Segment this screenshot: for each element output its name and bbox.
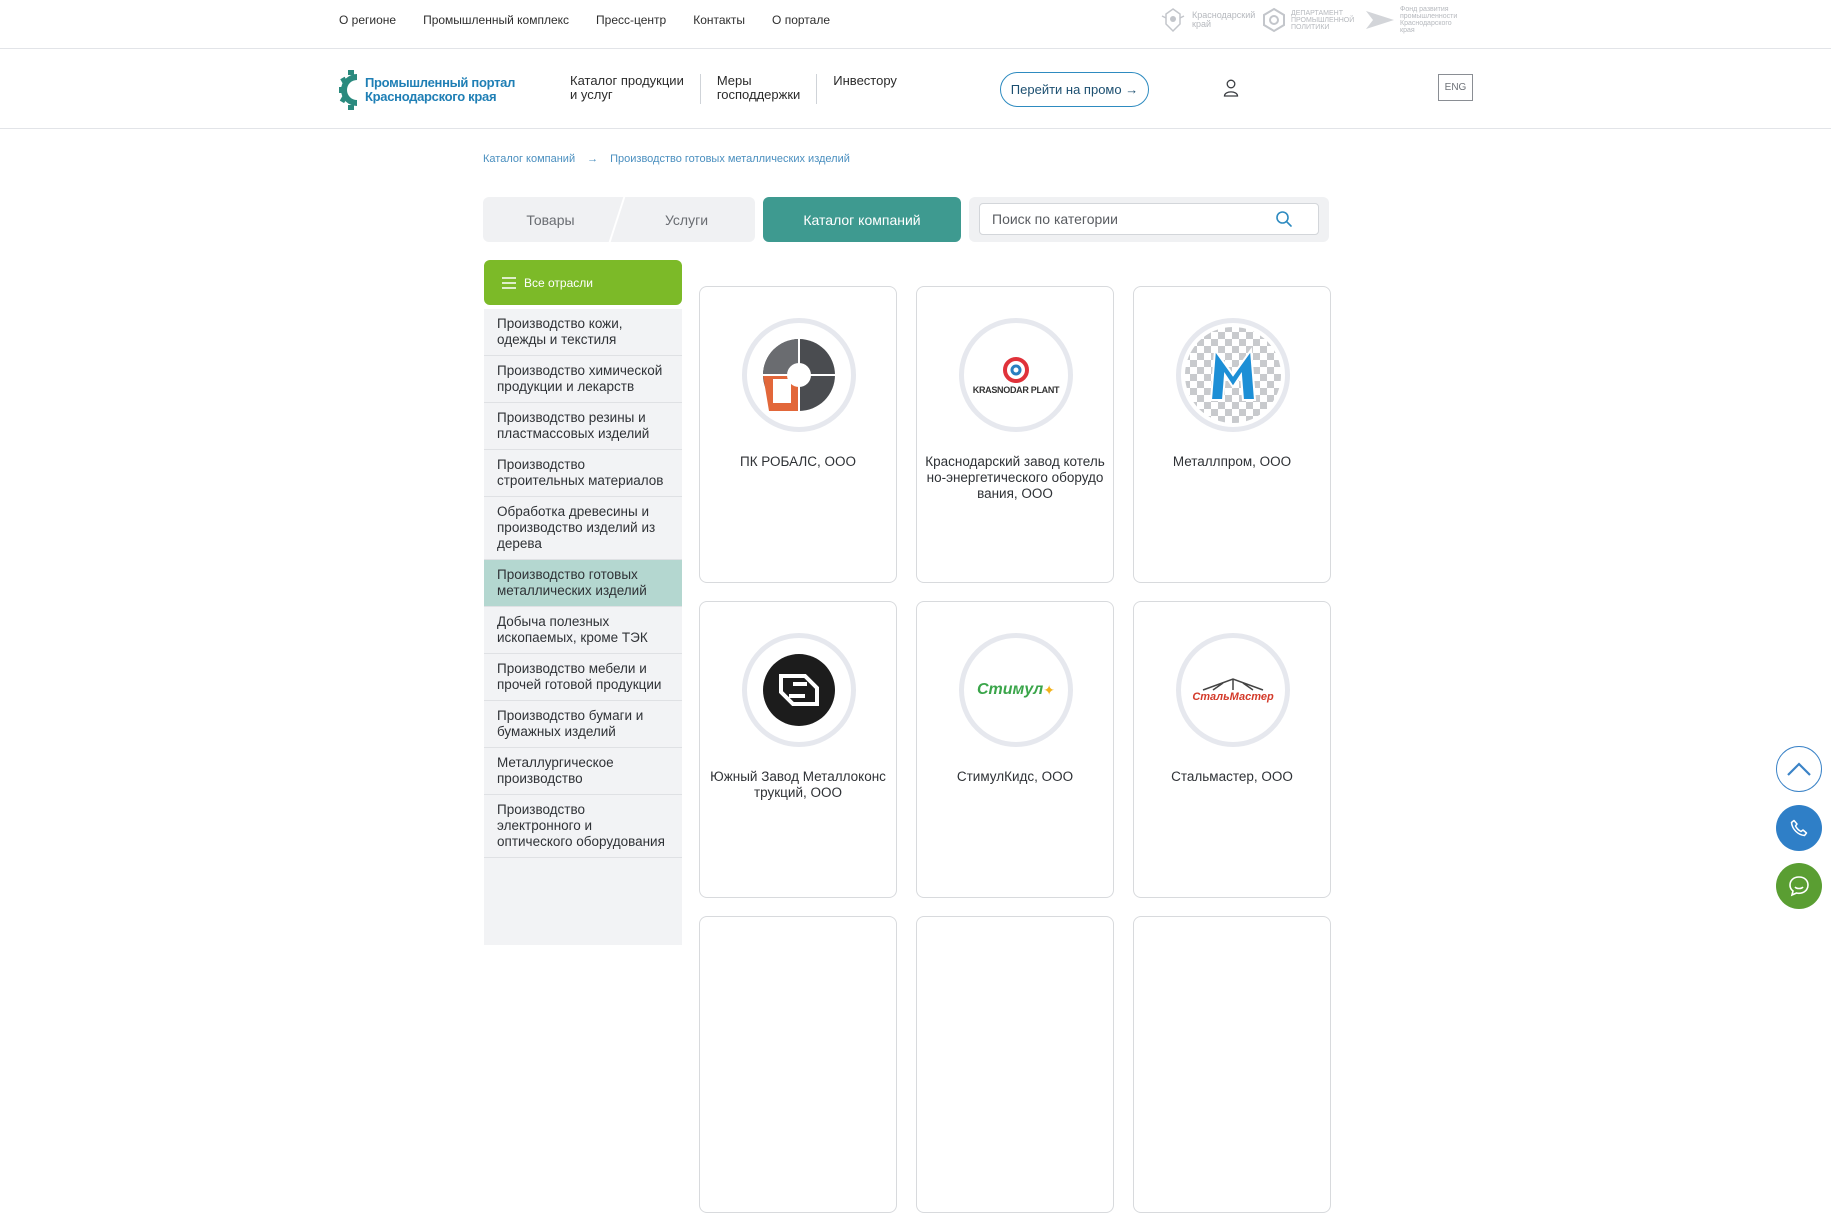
sidebar-item-construction[interactable]: Производство строительных материалов (484, 450, 682, 497)
robals-logo-icon (763, 339, 835, 411)
logo-line1: Промышленный портал (365, 75, 516, 90)
coat-of-arms-icon (1161, 8, 1185, 33)
company-name: Краснодарский завод котельно-энергетичес… (925, 454, 1105, 501)
scroll-top-button[interactable] (1776, 746, 1822, 792)
company-name: СтимулКидс, ООО (956, 769, 1074, 784)
partner-department-label: ДЕПАРТАМЕНТ ПРОМЫШЛЕННОЙ ПОЛИТИКИ (1291, 9, 1355, 31)
topnav-item-industry[interactable]: Промышленный комплекс (423, 13, 569, 27)
breadcrumb: Каталог компаний → Производство готовых … (483, 153, 850, 165)
company-name: ПК РОБАЛС, ООО (739, 454, 856, 469)
sidebar-item-furniture[interactable]: Производство мебели и прочей готовой про… (484, 654, 682, 701)
stalmaster-logo-icon: СтальМастер (1192, 677, 1274, 703)
top-nav: О регионе Промышленный комплекс Пресс-це… (339, 13, 830, 27)
company-logo: СтальМастер (1176, 633, 1290, 747)
tab-goods[interactable]: Товары (483, 197, 618, 242)
company-logo (1176, 318, 1290, 432)
sidebar-item-electronics[interactable]: Производство электронного и оптического … (484, 795, 682, 858)
sidebar-item-leather[interactable]: Производство кожи, одежды и текстиля (484, 309, 682, 356)
topnav-item-press[interactable]: Пресс-центр (596, 13, 666, 27)
company-card[interactable]: ПК РОБАЛС, ООО (699, 286, 897, 583)
tab-company-catalog[interactable]: Каталог компаний (763, 197, 961, 242)
company-card[interactable]: KRASNODAR PLANT Краснодарский завод коте… (916, 286, 1114, 583)
chat-icon (1789, 876, 1809, 897)
tabs-group: Товары Услуги (483, 197, 755, 242)
company-card[interactable]: Стимул ✦ СтимулКидс, ООО (916, 601, 1114, 898)
sidebar-item-rubber[interactable]: Производство резины и пластмассовых изде… (484, 403, 682, 450)
partner-fund-label: Фонд развития промышленности Краснодарск… (1400, 6, 1458, 34)
nav-item-support[interactable]: Меры господдержки (699, 74, 816, 104)
top-bar: О регионе Промышленный комплекс Пресс-це… (0, 0, 1831, 49)
sidebar-item-chemical[interactable]: Производство химической продукции и лека… (484, 356, 682, 403)
nav-item-investor[interactable]: Инвестору (816, 74, 913, 104)
company-logo (742, 318, 856, 432)
company-logo (742, 633, 856, 747)
company-name: Стальмастер, ООО (1171, 769, 1293, 784)
company-card[interactable]: Металлпром, ООО (1133, 286, 1331, 583)
company-card[interactable] (1133, 916, 1331, 1213)
company-card[interactable]: Южный Завод Металлоконструкций, ООО (699, 601, 897, 898)
partner-fund[interactable]: Фонд развития промышленности Краснодарск… (1364, 6, 1459, 34)
stimulkids-logo-icon: Стимул ✦ (977, 681, 1055, 698)
sidebar-item-metallurgy[interactable]: Металлургическое производство (484, 748, 682, 795)
sidebar-item-mining[interactable]: Добыча полезных ископаемых, кроме ТЭК (484, 607, 682, 654)
topnav-item-region[interactable]: О регионе (339, 13, 396, 27)
department-logo-icon (1263, 7, 1285, 33)
phone-icon (1790, 819, 1808, 837)
breadcrumb-item-catalog[interactable]: Каталог компаний (483, 153, 575, 165)
user-icon[interactable] (1223, 79, 1239, 102)
all-industries-label: Все отрасли (524, 275, 593, 290)
call-button[interactable] (1776, 805, 1822, 851)
metallprom-logo-icon (1185, 327, 1281, 423)
yuzhny-zavod-logo-icon (763, 654, 835, 726)
sidebar-item-wood[interactable]: Обработка древесины и производство издел… (484, 497, 682, 560)
krasnodar-plant-logo-icon: KRASNODAR PLANT (973, 355, 1060, 395)
breadcrumb-item-current[interactable]: Производство готовых металлических издел… (610, 153, 850, 165)
category-search-input[interactable] (979, 203, 1319, 235)
all-industries-button[interactable]: Все отрасли (484, 260, 682, 305)
topnav-item-about[interactable]: О портале (772, 13, 830, 27)
gear-logo-icon (339, 70, 357, 110)
language-button[interactable]: ENG (1438, 74, 1473, 101)
company-name: Южный Завод Металлоконструкций, ООО (710, 769, 886, 800)
partner-krai[interactable]: Краснодарский край (1158, 6, 1256, 34)
nav-item-catalog[interactable]: Каталог продукции и услуг (554, 74, 700, 104)
chevron-up-icon (1787, 762, 1811, 776)
company-name: Металлпром, ООО (1172, 454, 1292, 469)
partner-krai-label: Краснодарский край (1192, 10, 1256, 29)
search-icon[interactable] (1275, 210, 1293, 233)
company-logo: Стимул ✦ (959, 633, 1073, 747)
portal-logo[interactable]: Промышленный портал Краснодарского края (339, 70, 515, 110)
main-header: Промышленный портал Краснодарского края … (0, 49, 1831, 129)
menu-icon (502, 276, 516, 289)
industry-sidebar: Производство кожи, одежды и текстиля Про… (484, 309, 682, 945)
chat-button[interactable] (1776, 863, 1822, 909)
company-card[interactable] (699, 916, 897, 1213)
promo-button[interactable]: Перейти на промо → (1000, 72, 1149, 107)
logo-line2: Краснодарского края (365, 89, 497, 104)
tab-services[interactable]: Услуги (618, 197, 755, 242)
company-card[interactable] (916, 916, 1114, 1213)
topnav-item-contacts[interactable]: Контакты (693, 13, 745, 27)
company-card[interactable]: СтальМастер Стальмастер, ООО (1133, 601, 1331, 898)
search-container (969, 197, 1329, 242)
main-nav: Каталог продукции и услуг Меры господдер… (554, 74, 913, 104)
company-logo: KRASNODAR PLANT (959, 318, 1073, 432)
breadcrumb-arrow-icon: → (587, 153, 599, 165)
partner-department[interactable]: ДЕПАРТАМЕНТ ПРОМЫШЛЕННОЙ ПОЛИТИКИ (1261, 7, 1356, 33)
fund-logo-icon (1366, 11, 1394, 29)
sidebar-item-metal-products[interactable]: Производство готовых металлических издел… (484, 560, 682, 607)
sidebar-item-paper[interactable]: Производство бумаги и бумажных изделий (484, 701, 682, 748)
partner-logos: Краснодарский край ДЕПАРТАМЕНТ ПРОМЫШЛЕН… (1158, 6, 1459, 34)
